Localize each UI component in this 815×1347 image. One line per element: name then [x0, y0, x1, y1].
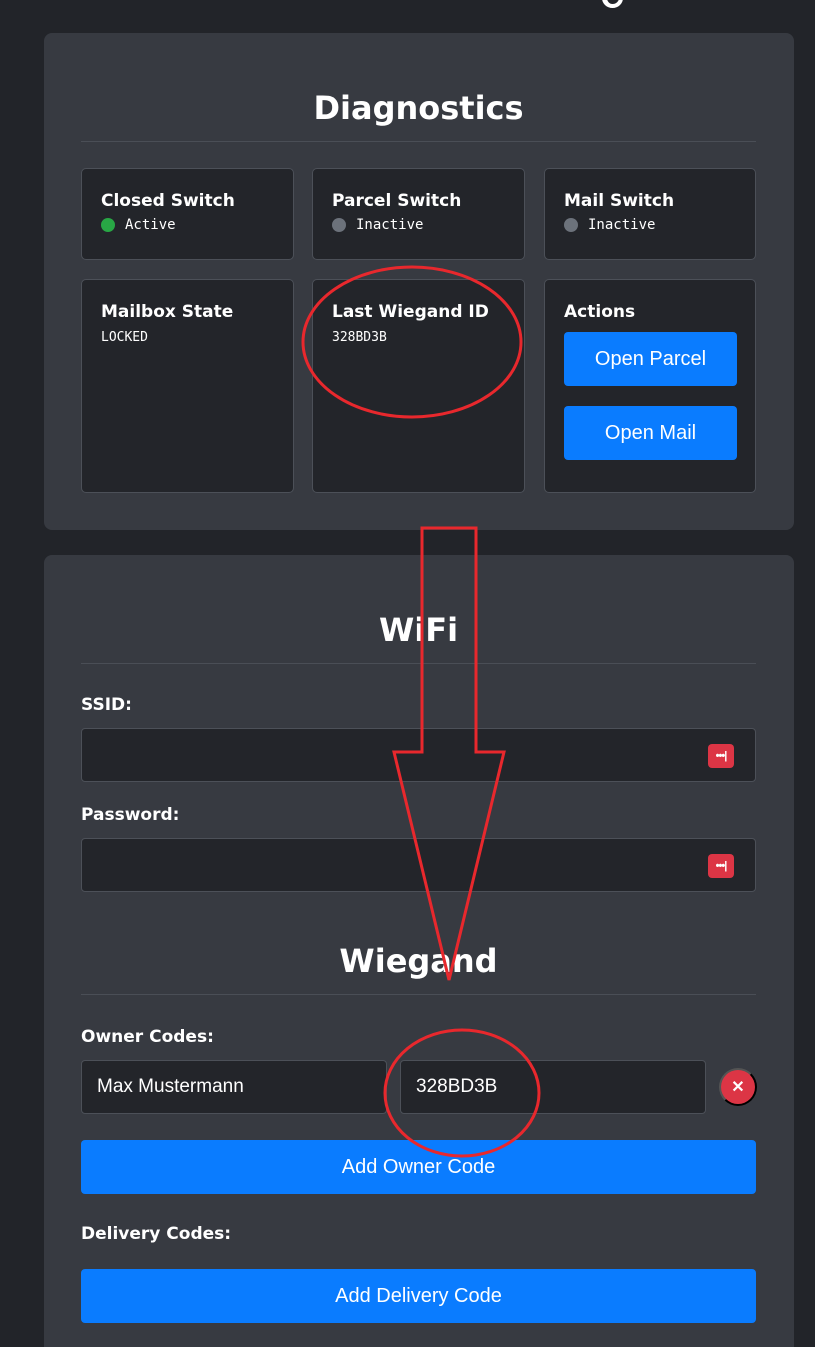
last-wiegand-card: Last Wiegand ID 328BD3B	[312, 279, 525, 493]
closed-switch-status: Active	[101, 217, 274, 233]
open-mail-button[interactable]: Open Mail	[564, 406, 737, 460]
mail-switch-card: Mail Switch Inactive	[544, 168, 756, 260]
password-manager-icon[interactable]: •••|	[708, 744, 734, 768]
actions-card: Actions Open Parcel Open Mail	[544, 279, 756, 493]
wifi-title: WiFi	[81, 611, 756, 664]
add-delivery-code-button[interactable]: Add Delivery Code	[81, 1269, 756, 1323]
mailbox-state-value: LOCKED	[101, 330, 148, 345]
add-owner-code-button[interactable]: Add Owner Code	[81, 1140, 756, 1194]
status-dot-icon	[332, 218, 346, 232]
settings-panel: WiFi SSID: •••| Password: •••| Wiegand O…	[44, 555, 794, 1347]
owner-name-input[interactable]: Max Mustermann	[81, 1060, 387, 1114]
remove-owner-code-button[interactable]: ✕	[719, 1068, 757, 1106]
owner-code-value: 328BD3B	[416, 1076, 498, 1097]
owner-code-input[interactable]: 328BD3B	[400, 1060, 706, 1114]
page-title-fragment	[598, 0, 623, 8]
status-dot-icon	[564, 218, 578, 232]
open-parcel-button[interactable]: Open Parcel	[564, 332, 737, 386]
mailbox-state-label: Mailbox State	[101, 302, 234, 322]
password-input[interactable]: •••|	[81, 838, 756, 892]
last-wiegand-label: Last Wiegand ID	[332, 302, 489, 322]
mailbox-state-card: Mailbox State LOCKED	[81, 279, 294, 493]
closed-switch-label: Closed Switch	[101, 191, 235, 211]
parcel-switch-status: Inactive	[332, 217, 505, 233]
ssid-label: SSID:	[81, 695, 132, 715]
parcel-switch-status-text: Inactive	[356, 217, 424, 233]
last-wiegand-value: 328BD3B	[332, 330, 387, 345]
close-icon: ✕	[731, 1079, 745, 1096]
closed-switch-card: Closed Switch Active	[81, 168, 294, 260]
status-dot-icon	[101, 218, 115, 232]
closed-switch-status-text: Active	[125, 217, 176, 233]
parcel-switch-label: Parcel Switch	[332, 191, 462, 211]
diagnostics-title: Diagnostics	[81, 89, 756, 142]
diagnostics-panel: Diagnostics Closed Switch Active Parcel …	[44, 33, 794, 530]
mail-switch-status-text: Inactive	[588, 217, 656, 233]
wiegand-title: Wiegand	[81, 942, 756, 995]
parcel-switch-card: Parcel Switch Inactive	[312, 168, 525, 260]
password-label: Password:	[81, 805, 180, 825]
password-manager-icon[interactable]: •••|	[708, 854, 734, 878]
mail-switch-label: Mail Switch	[564, 191, 675, 211]
delivery-codes-label: Delivery Codes:	[81, 1224, 232, 1244]
actions-label: Actions	[564, 302, 636, 322]
mail-switch-status: Inactive	[564, 217, 736, 233]
owner-codes-label: Owner Codes:	[81, 1027, 214, 1047]
ssid-input[interactable]: •••|	[81, 728, 756, 782]
owner-name-value: Max Mustermann	[97, 1076, 244, 1097]
